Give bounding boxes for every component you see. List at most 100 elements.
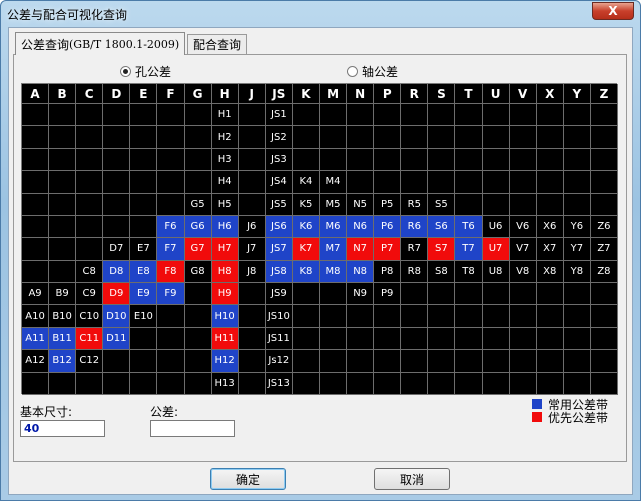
tolerance-cell[interactable]: A12 xyxy=(22,350,50,373)
tolerance-cell[interactable]: K4 xyxy=(292,171,320,194)
tolerance-cell[interactable]: M7 xyxy=(320,238,348,261)
tolerance-cell[interactable]: K5 xyxy=(292,193,320,216)
tolerance-cell[interactable]: M5 xyxy=(320,193,348,216)
tolerance-cell[interactable]: C9 xyxy=(76,283,104,306)
tolerance-cell[interactable]: V8 xyxy=(509,260,537,284)
tolerance-cell[interactable]: G5 xyxy=(184,193,212,216)
tolerance-cell[interactable]: A10 xyxy=(22,305,50,328)
tolerance-cell[interactable]: JS1 xyxy=(265,104,293,127)
tolerance-cell[interactable]: P9 xyxy=(374,283,402,306)
tolerance-cell[interactable]: Z8 xyxy=(590,260,618,284)
tolerance-cell[interactable]: X7 xyxy=(536,238,564,261)
tolerance-cell[interactable]: H12 xyxy=(211,350,239,373)
tolerance-cell[interactable]: H4 xyxy=(211,171,239,194)
tolerance-cell[interactable]: N8 xyxy=(347,260,375,284)
tolerance-cell[interactable]: U8 xyxy=(482,260,510,284)
radio-hole-tolerance[interactable]: 孔公差 xyxy=(120,63,171,80)
tolerance-cell[interactable]: C12 xyxy=(76,350,104,373)
tolerance-cell[interactable]: H6 xyxy=(211,215,239,239)
tolerance-cell[interactable]: Js12 xyxy=(265,350,293,373)
tolerance-cell[interactable]: B10 xyxy=(49,305,77,328)
tolerance-cell[interactable]: F9 xyxy=(157,283,185,306)
tolerance-cell[interactable]: Y8 xyxy=(563,260,591,284)
tolerance-cell[interactable]: Y6 xyxy=(563,215,591,239)
tolerance-cell[interactable]: U7 xyxy=(482,238,510,261)
tolerance-cell[interactable]: V6 xyxy=(509,215,537,239)
tolerance-cell[interactable]: D9 xyxy=(103,283,131,306)
tolerance-cell[interactable]: S7 xyxy=(428,238,456,261)
tolerance-cell[interactable]: H11 xyxy=(211,327,239,351)
tolerance-cell[interactable]: Z6 xyxy=(590,215,618,239)
tolerance-cell[interactable]: S6 xyxy=(428,215,456,239)
tolerance-cell[interactable]: P7 xyxy=(374,238,402,261)
tolerance-cell[interactable]: J6 xyxy=(238,215,266,239)
tolerance-cell[interactable]: J7 xyxy=(238,238,266,261)
tolerance-cell[interactable]: K6 xyxy=(292,215,320,239)
tolerance-cell[interactable]: JS13 xyxy=(265,372,293,395)
tolerance-cell[interactable]: D7 xyxy=(103,238,131,261)
tolerance-cell[interactable]: N6 xyxy=(347,215,375,239)
tolerance-cell[interactable]: JS6 xyxy=(265,215,293,239)
tolerance-cell[interactable]: S5 xyxy=(428,193,456,216)
tolerance-cell[interactable]: P6 xyxy=(374,215,402,239)
tolerance-cell[interactable]: E8 xyxy=(130,260,158,284)
ok-button[interactable]: 确定 xyxy=(210,468,286,490)
tolerance-cell[interactable]: N7 xyxy=(347,238,375,261)
tolerance-cell[interactable]: H2 xyxy=(211,126,239,149)
tolerance-cell[interactable]: X8 xyxy=(536,260,564,284)
tolerance-cell[interactable]: E10 xyxy=(130,305,158,328)
tab-tolerance-query[interactable]: 公差查询 (GB/T 1800.1-2009) xyxy=(15,32,186,55)
tolerance-cell[interactable]: JS2 xyxy=(265,126,293,149)
tolerance-cell[interactable]: R5 xyxy=(401,193,429,216)
tolerance-cell[interactable]: Z7 xyxy=(590,238,618,261)
tolerance-cell[interactable]: C11 xyxy=(76,327,104,351)
tolerance-cell[interactable]: T7 xyxy=(455,238,483,261)
tolerance-cell[interactable]: D10 xyxy=(103,305,131,328)
tolerance-cell[interactable]: K8 xyxy=(292,260,320,284)
tolerance-cell[interactable]: H7 xyxy=(211,238,239,261)
close-button[interactable]: X xyxy=(592,2,634,20)
tolerance-cell[interactable]: R8 xyxy=(401,260,429,284)
tolerance-cell[interactable]: G8 xyxy=(184,260,212,284)
tolerance-cell[interactable]: JS5 xyxy=(265,193,293,216)
tolerance-cell[interactable]: H8 xyxy=(211,260,239,284)
tolerance-cell[interactable]: JS11 xyxy=(265,327,293,351)
tab-fit-query[interactable]: 配合查询 xyxy=(187,34,248,54)
tolerance-cell[interactable]: C10 xyxy=(76,305,104,328)
basic-size-input[interactable]: 40 xyxy=(20,420,105,437)
tolerance-cell[interactable]: G6 xyxy=(184,215,212,239)
tolerance-cell[interactable]: JS3 xyxy=(265,148,293,172)
tolerance-cell[interactable]: B9 xyxy=(49,283,77,306)
tolerance-cell[interactable]: E7 xyxy=(130,238,158,261)
tolerance-cell[interactable]: B12 xyxy=(49,350,77,373)
tolerance-cell[interactable]: A11 xyxy=(22,327,50,351)
tolerance-cell[interactable]: JS9 xyxy=(265,283,293,306)
tolerance-cell[interactable]: P8 xyxy=(374,260,402,284)
tolerance-cell[interactable]: M8 xyxy=(320,260,348,284)
tolerance-cell[interactable]: N5 xyxy=(347,193,375,216)
tolerance-cell[interactable]: H9 xyxy=(211,283,239,306)
tolerance-cell[interactable]: V7 xyxy=(509,238,537,261)
tolerance-cell[interactable]: H13 xyxy=(211,372,239,395)
radio-shaft-tolerance[interactable]: 轴公差 xyxy=(347,63,398,80)
tolerance-cell[interactable]: H10 xyxy=(211,305,239,328)
tolerance-cell[interactable]: P5 xyxy=(374,193,402,216)
tolerance-cell[interactable]: U6 xyxy=(482,215,510,239)
tolerance-cell[interactable]: JS4 xyxy=(265,171,293,194)
tolerance-cell[interactable]: S8 xyxy=(428,260,456,284)
tolerance-cell[interactable]: C8 xyxy=(76,260,104,284)
tolerance-cell[interactable]: E9 xyxy=(130,283,158,306)
tolerance-cell[interactable]: JS8 xyxy=(265,260,293,284)
tolerance-cell[interactable]: N9 xyxy=(347,283,375,306)
tolerance-cell[interactable]: H1 xyxy=(211,104,239,127)
tolerance-cell[interactable]: JS10 xyxy=(265,305,293,328)
tolerance-cell[interactable]: A9 xyxy=(22,283,50,306)
tolerance-cell[interactable]: R6 xyxy=(401,215,429,239)
tolerance-cell[interactable]: T8 xyxy=(455,260,483,284)
tolerance-cell[interactable]: B11 xyxy=(49,327,77,351)
tolerance-cell[interactable]: D8 xyxy=(103,260,131,284)
tolerance-cell[interactable]: H3 xyxy=(211,148,239,172)
tolerance-cell[interactable]: M4 xyxy=(320,171,348,194)
tolerance-cell[interactable]: G7 xyxy=(184,238,212,261)
tolerance-cell[interactable]: K7 xyxy=(292,238,320,261)
